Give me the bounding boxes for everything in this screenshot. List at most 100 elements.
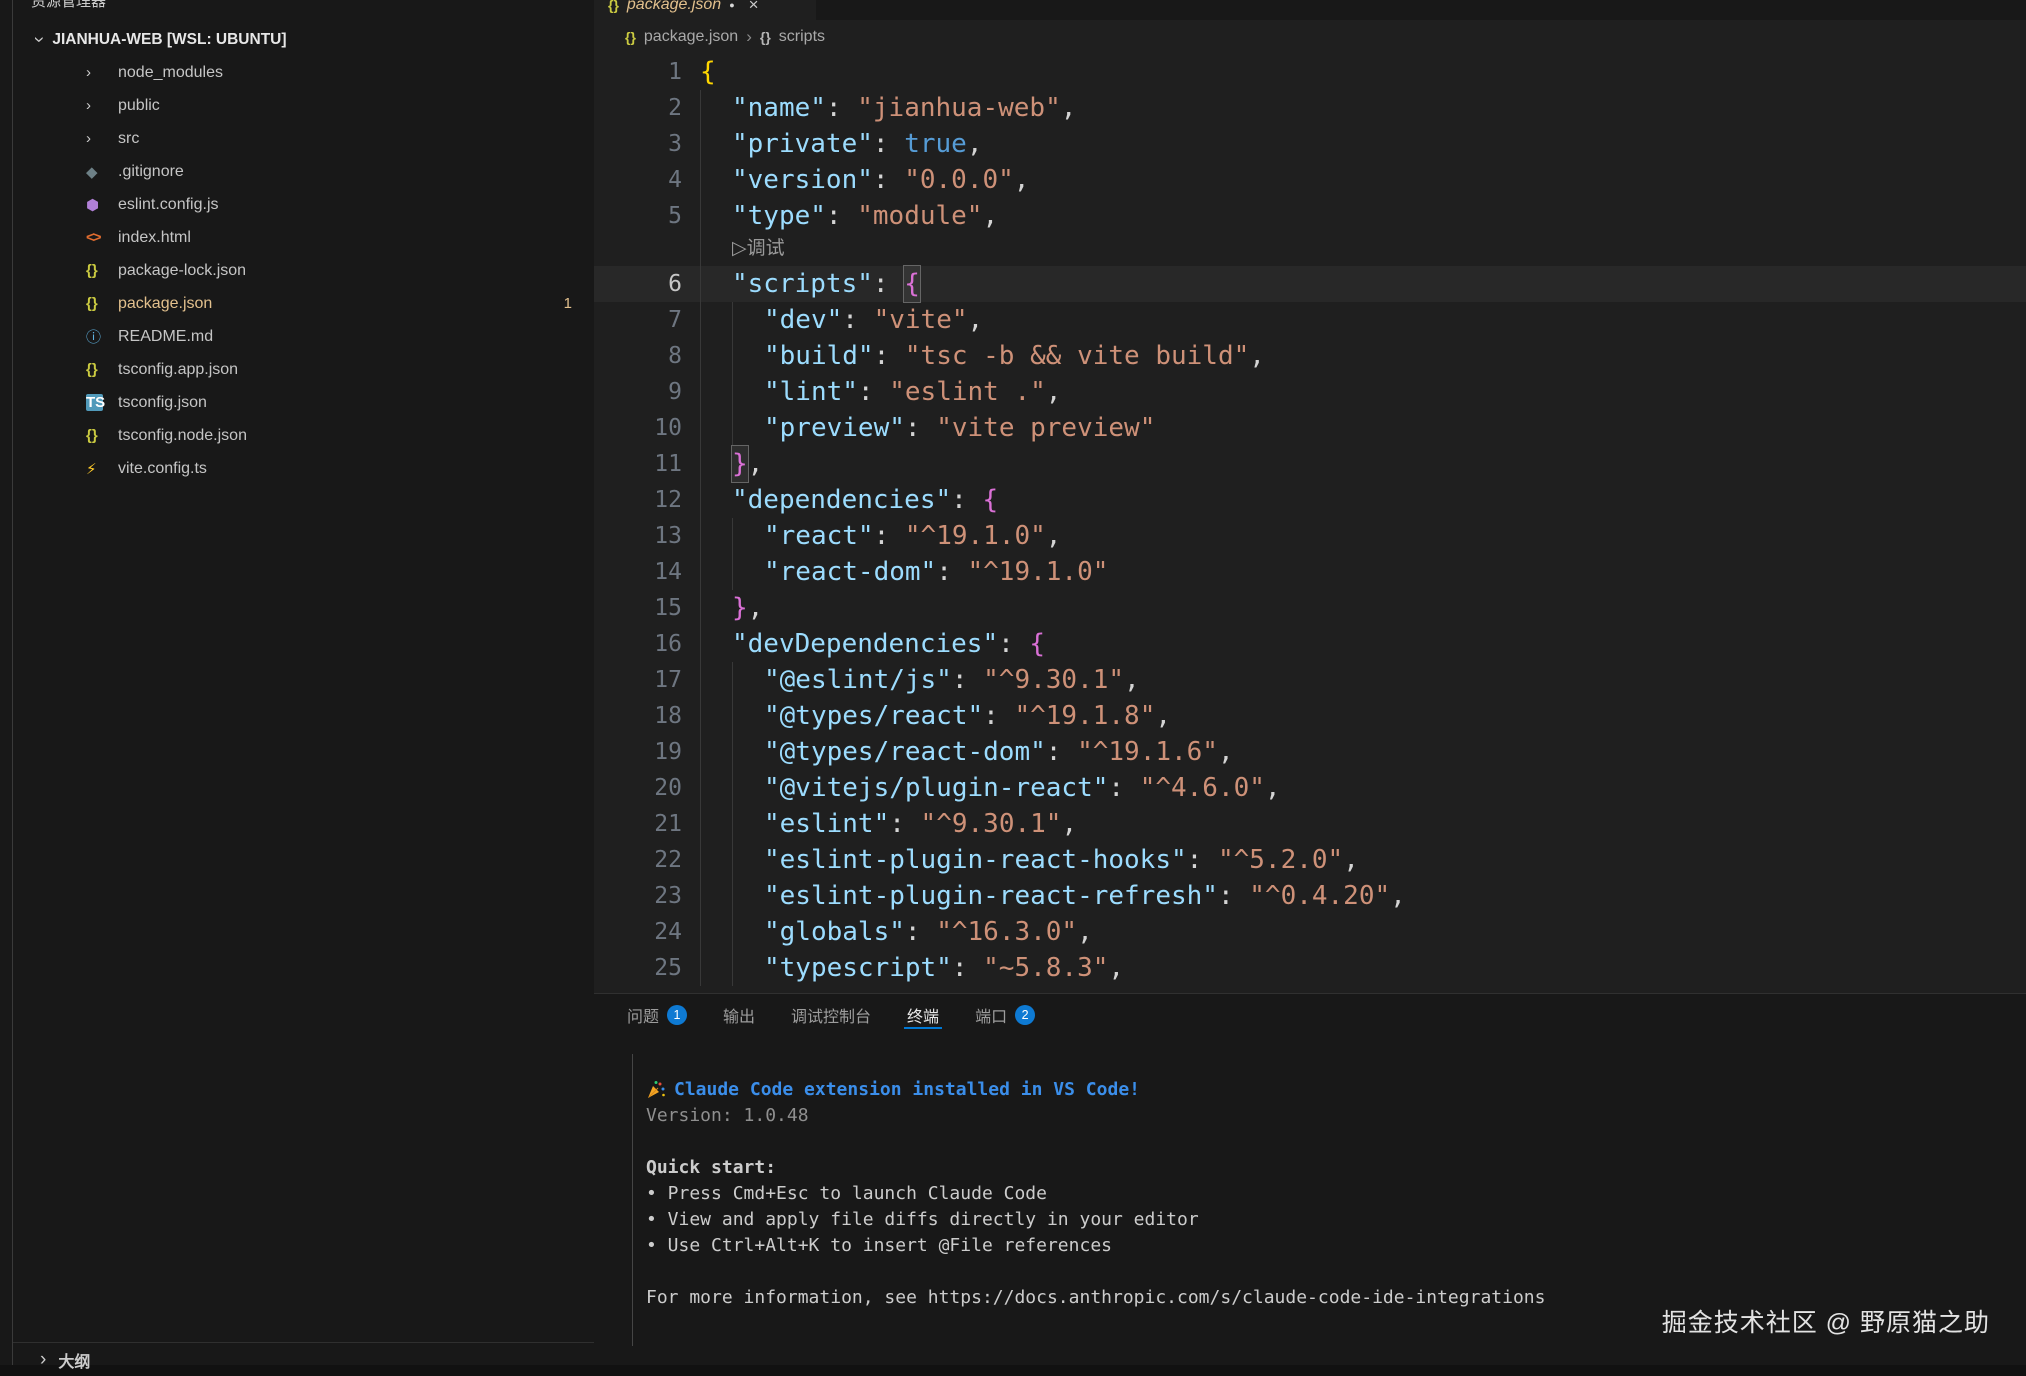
code-token: "^16.3.0" [936, 914, 1077, 950]
codelens-row[interactable]: ▷调试 [594, 234, 2026, 266]
code-token: : [873, 162, 904, 198]
line-number: 8 [594, 338, 700, 374]
file-tree: ›node_modules›public›src◆.gitignore⬢esli… [0, 56, 594, 485]
line-number: 4 [594, 162, 700, 198]
code-token: "lint" [764, 374, 858, 410]
code-token: : [983, 698, 1014, 734]
json-icon: {} [625, 29, 636, 45]
close-icon[interactable]: × [749, 0, 759, 15]
code-token: : [874, 518, 905, 554]
code-token: "^19.1.0" [968, 554, 1109, 590]
code-token: : [998, 626, 1029, 662]
code-editor[interactable]: 1{2"name": "jianhua-web",3"private": tru… [594, 54, 2026, 986]
code-token: , [748, 446, 764, 482]
editor-tab-bar: {} package.json ● × [594, 0, 2026, 20]
indent-guide [732, 950, 764, 986]
file-tree-item-vite.config.ts[interactable]: ⚡vite.config.ts [0, 452, 594, 485]
watermark: 掘金技术社区 @ 野原猫之助 [1662, 1303, 1990, 1339]
tab-label: package.json [627, 0, 721, 14]
file-tree-item-node_modules[interactable]: ›node_modules [0, 56, 594, 89]
indent-guide [700, 338, 732, 374]
file-tree-item-public[interactable]: ›public [0, 89, 594, 122]
file-tree-item-src[interactable]: ›src [0, 122, 594, 155]
chevron-down-icon: › [30, 36, 49, 42]
terminal-text: For more information, see https://docs.a… [646, 1285, 1545, 1311]
code-token: , [1124, 662, 1140, 698]
json-icon: {} [760, 29, 771, 45]
breadcrumb-item[interactable]: scripts [779, 28, 825, 46]
tab-package-json[interactable]: {} package.json ● × [594, 0, 816, 20]
codelens-debug-action[interactable]: ▷调试 [732, 234, 785, 266]
indent-guide [732, 374, 764, 410]
line-number: 10 [594, 410, 700, 446]
code-token: "typescript" [764, 950, 952, 986]
party-popper-icon [646, 1079, 668, 1101]
file-name: README.md [118, 328, 213, 346]
indent-guide [700, 198, 732, 234]
code-token: : [873, 266, 904, 302]
terminal-text: • View and apply file diffs directly in … [646, 1207, 1199, 1233]
code-token: "dev" [764, 302, 842, 338]
line-number: 5 [594, 198, 700, 234]
panel-tab-终端[interactable]: 终端 [907, 994, 939, 1036]
indent-guide [700, 950, 732, 986]
terminal-output[interactable]: Claude Code extension installed in VS Co… [646, 1077, 1545, 1311]
code-token: , [1249, 338, 1265, 374]
indent-guide [732, 662, 764, 698]
indent-guide [700, 806, 732, 842]
indent-guide [700, 626, 732, 662]
terminal-line: For more information, see https://docs.a… [646, 1285, 1545, 1311]
code-line-6: 6"scripts": { [594, 266, 2026, 302]
code-token: : [842, 302, 873, 338]
code-line-4: 4"version": "0.0.0", [594, 162, 2026, 198]
file-tree-item-tsconfig.node.json[interactable]: {}tsconfig.node.json [0, 419, 594, 452]
file-name: package.json [118, 295, 212, 313]
code-token: : [905, 410, 936, 446]
code-token: "~5.8.3" [983, 950, 1108, 986]
panel-tab-输出[interactable]: 输出 [723, 994, 755, 1036]
code-token: , [1390, 878, 1406, 914]
panel-tab-label: 调试控制台 [791, 1003, 871, 1027]
folder-chevron-icon: › [86, 130, 118, 147]
code-token: , [1077, 914, 1093, 950]
code-token: : [1108, 770, 1139, 806]
line-number: 18 [594, 698, 700, 734]
git-icon: ◆ [86, 163, 118, 181]
indent-guide [732, 554, 764, 590]
file-tree-item-package-lock.json[interactable]: {}package-lock.json [0, 254, 594, 287]
code-token: "eslint ." [889, 374, 1046, 410]
code-line-18: 18"@types/react": "^19.1.8", [594, 698, 2026, 734]
file-tree-item-tsconfig.app.json[interactable]: {}tsconfig.app.json [0, 353, 594, 386]
workspace-section-header[interactable]: › JIANHUA-WEB [WSL: UBUNTU] [0, 23, 594, 56]
panel-tab-端口[interactable]: 端口2 [975, 994, 1035, 1036]
code-token: "type" [732, 198, 826, 234]
file-name: .gitignore [118, 163, 184, 181]
panel-tab-问题[interactable]: 问题1 [627, 994, 687, 1036]
code-line-20: 20"@vitejs/plugin-react": "^4.6.0", [594, 770, 2026, 806]
line-number: 11 [594, 446, 700, 482]
code-token: "module" [857, 198, 982, 234]
line-number: 23 [594, 878, 700, 914]
line-number: 6 [594, 266, 700, 302]
file-tree-item-.gitignore[interactable]: ◆.gitignore [0, 155, 594, 188]
code-token: "react-dom" [764, 554, 936, 590]
code-token: : [936, 554, 967, 590]
breadcrumb-item[interactable]: package.json [644, 28, 738, 46]
panel-tab-调试控制台[interactable]: 调试控制台 [791, 994, 871, 1036]
code-token: "eslint" [764, 806, 889, 842]
file-tree-item-package.json[interactable]: {}package.json1 [0, 287, 594, 320]
code-line-3: 3"private": true, [594, 126, 2026, 162]
indent-guide [700, 698, 732, 734]
breadcrumb: {}package.json›{}scripts [594, 20, 2026, 54]
file-tree-item-README.md[interactable]: ⓘREADME.md [0, 320, 594, 353]
code-token: "globals" [764, 914, 905, 950]
file-tree-item-tsconfig.json[interactable]: TStsconfig.json [0, 386, 594, 419]
file-tree-item-index.html[interactable]: <>index.html [0, 221, 594, 254]
chevron-right-icon: › [40, 1350, 46, 1369]
code-token: "version" [732, 162, 873, 198]
file-tree-item-eslint.config.js[interactable]: ⬢eslint.config.js [0, 188, 594, 221]
code-line-7: 7"dev": "vite", [594, 302, 2026, 338]
vite-icon: ⚡ [86, 460, 118, 478]
code-line-16: 16"devDependencies": { [594, 626, 2026, 662]
outline-section-header[interactable]: › 大纲 [13, 1342, 594, 1376]
